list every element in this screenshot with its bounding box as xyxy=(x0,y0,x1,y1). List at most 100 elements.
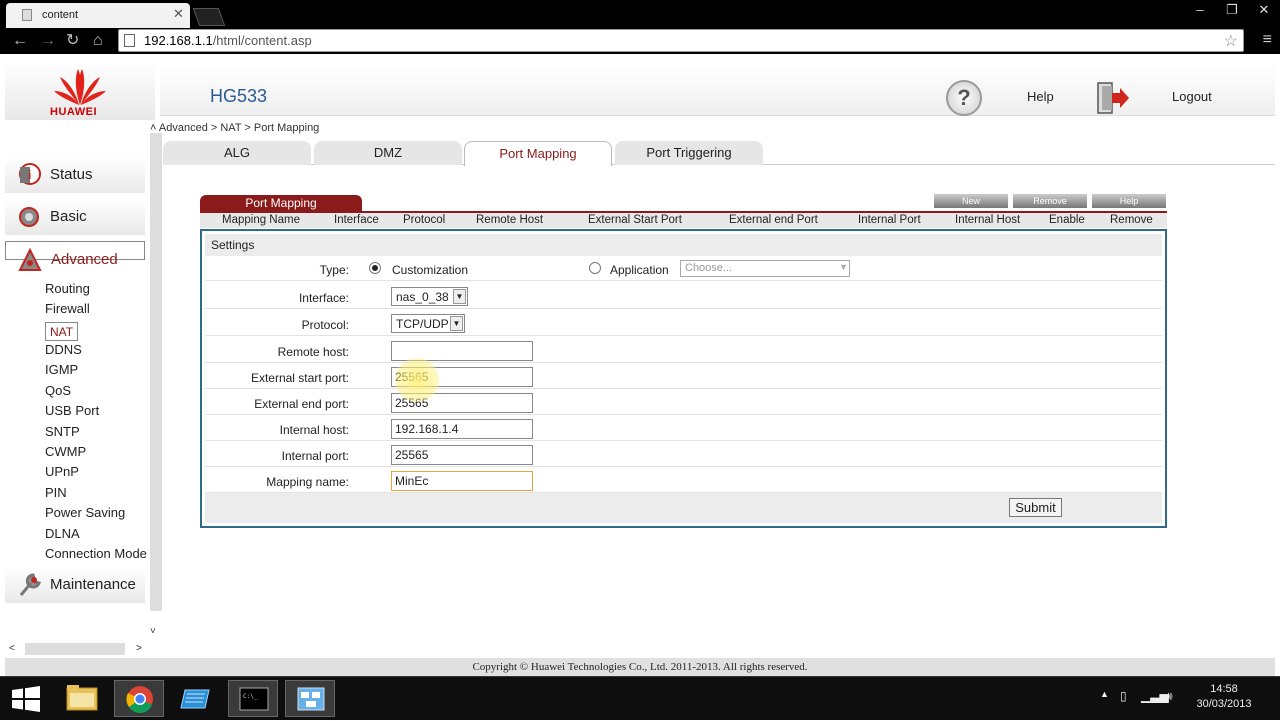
sidebar-item-usb-port[interactable]: USB Port xyxy=(45,403,99,418)
sidebar-cat-advanced[interactable]: Advanced xyxy=(5,241,145,271)
huawei-logo: HUAWEI xyxy=(5,62,155,120)
huawei-flower-icon xyxy=(54,69,106,105)
settings-panel: Settings Type: Customization Application… xyxy=(200,229,1167,528)
sidebar-cat-status[interactable]: i Status xyxy=(5,157,145,193)
cursor-highlight xyxy=(395,358,439,402)
windows-start-icon[interactable] xyxy=(12,686,40,712)
submit-button[interactable]: Submit xyxy=(1009,498,1062,517)
wrench-icon xyxy=(19,573,41,596)
tab-dmz[interactable]: DMZ xyxy=(314,141,462,165)
bookmark-star-icon[interactable]: ☆ xyxy=(1224,31,1238,51)
page-tabs: ALG DMZ Port Mapping Port Triggering xyxy=(163,141,1275,166)
sidebar-item-pin[interactable]: PIN xyxy=(45,485,67,500)
sidebar-scrollbar[interactable] xyxy=(150,133,162,611)
tab-port-triggering[interactable]: Port Triggering xyxy=(615,141,763,165)
col-remove: Remove xyxy=(1110,214,1153,226)
volume-icon[interactable]: 🔊︎ xyxy=(1165,689,1173,704)
restore-icon[interactable]: ❐ xyxy=(1216,0,1248,22)
logout-icon[interactable] xyxy=(1094,80,1130,116)
remote-host-label: Remote host: xyxy=(277,345,349,359)
browser-toolbar: ← → ↻ ⌂ 192.168.1.1/html/content.asp ☆ ≡ xyxy=(0,28,1280,54)
tab-title: content xyxy=(42,9,79,21)
close-tab-icon[interactable]: ✕ xyxy=(173,6,184,22)
col-interface: Interface xyxy=(334,214,379,226)
application-select[interactable]: Choose... ▼ xyxy=(680,260,850,277)
browser-titlebar: content ✕ – ❐ ✕ xyxy=(0,0,1280,28)
brand-name: HUAWEI xyxy=(50,106,97,118)
col-internal-host: Internal Host xyxy=(955,214,1021,226)
sidebar-item-dlna[interactable]: DLNA xyxy=(45,526,80,541)
help-link[interactable]: Help xyxy=(1027,89,1054,104)
minimize-icon[interactable]: – xyxy=(1184,0,1216,22)
internal-port-input[interactable] xyxy=(391,445,533,465)
menu-icon[interactable]: ≡ xyxy=(1263,31,1272,49)
sidebar-item-power-saving[interactable]: Power Saving xyxy=(45,505,125,520)
settings-title: Settings xyxy=(205,234,1162,256)
form-row-external-end-port: External end port: xyxy=(205,391,1162,415)
command-prompt-icon[interactable]: C:\_ xyxy=(228,680,278,717)
remove-button[interactable]: Remove xyxy=(1013,194,1087,208)
reload-icon[interactable]: ↻ xyxy=(66,30,79,52)
chrome-icon[interactable] xyxy=(114,680,164,717)
tab-port-mapping[interactable]: Port Mapping xyxy=(464,141,612,166)
sidebar-item-sntp[interactable]: SNTP xyxy=(45,424,80,439)
sidebar-item-routing[interactable]: Routing xyxy=(45,281,90,296)
application-radio[interactable] xyxy=(589,262,601,274)
taskbar: C:\_ ▲ ▯ ▁▃▅ 🔊︎ 14:58 30/03/2013 xyxy=(0,676,1280,720)
close-window-icon[interactable]: ✕ xyxy=(1248,0,1280,22)
sidebar-item-igmp[interactable]: IGMP xyxy=(45,362,78,377)
tray-expand-icon[interactable]: ▲ xyxy=(1100,689,1109,699)
interface-select[interactable]: nas_0_38 ▼ xyxy=(391,287,468,306)
help-button[interactable]: Help xyxy=(1092,194,1166,208)
submit-bar: Submit xyxy=(205,493,1162,523)
new-tab-button[interactable] xyxy=(192,8,226,26)
sidebar-item-upnp[interactable]: UPnP xyxy=(45,464,79,479)
customization-radio[interactable] xyxy=(369,262,381,274)
new-button[interactable]: New xyxy=(934,194,1008,208)
interface-value: nas_0_38 xyxy=(396,290,449,304)
sidebar-cat-maintenance[interactable]: Maintenance xyxy=(5,567,145,603)
form-row-internal-port: Internal port: xyxy=(205,443,1162,467)
col-remote-host: Remote Host xyxy=(476,214,544,226)
browser-tab[interactable]: content ✕ xyxy=(6,3,190,28)
col-external-start-port: External Start Port xyxy=(588,214,682,226)
sidebar-item-nat[interactable]: NAT xyxy=(45,322,79,341)
network-app-icon[interactable] xyxy=(285,680,335,717)
sidebar-hscrollbar[interactable] xyxy=(25,643,125,655)
form-row-interface: Interface: nas_0_38 ▼ xyxy=(205,285,1162,309)
application-select-value: Choose... xyxy=(685,262,733,274)
model-name: HG533 xyxy=(210,86,268,106)
interface-label: Interface: xyxy=(298,291,349,305)
home-icon[interactable]: ⌂ xyxy=(93,30,103,52)
sidebar-item-cwmp[interactable]: CWMP xyxy=(45,444,86,459)
forward-icon[interactable]: → xyxy=(40,30,56,52)
sidebar-cat-basic[interactable]: Basic xyxy=(5,199,145,235)
scroll-left-icon[interactable]: < xyxy=(9,643,15,654)
breadcrumb-text: Advanced > NAT > Port Mapping xyxy=(158,122,320,134)
help-icon[interactable]: ? xyxy=(946,80,982,116)
mapping-name-input[interactable] xyxy=(391,471,533,491)
back-icon[interactable]: ← xyxy=(12,30,28,52)
form-row-protocol: Protocol: TCP/UDP ▼ xyxy=(205,312,1162,336)
notes-app-icon[interactable] xyxy=(171,680,221,717)
customization-label: Customization xyxy=(392,263,469,277)
tab-alg[interactable]: ALG xyxy=(163,141,311,165)
sidebar-item-connection-mode[interactable]: Connection Mode xyxy=(45,546,147,561)
taskbar-clock[interactable]: 14:58 30/03/2013 xyxy=(1192,682,1256,712)
logout-link[interactable]: Logout xyxy=(1172,89,1212,104)
phone-tray-icon[interactable]: ▯ xyxy=(1120,689,1127,703)
sidebar-item-ddns[interactable]: DDNS xyxy=(45,342,82,357)
chevron-down-icon: ▼ xyxy=(453,289,466,304)
form-row-remote-host: Remote host: xyxy=(205,339,1162,363)
sidebar: i Status Basic Advanced Routing Firewall… xyxy=(5,133,150,613)
internal-host-input[interactable] xyxy=(391,419,533,439)
scroll-right-icon[interactable]: > xyxy=(136,643,142,654)
mapping-name-label: Mapping name: xyxy=(266,475,349,489)
form-row-external-start-port: External start port: xyxy=(205,365,1162,389)
file-explorer-icon[interactable] xyxy=(57,680,107,717)
chevron-down-icon[interactable]: ˅ xyxy=(150,626,156,637)
address-bar[interactable]: 192.168.1.1/html/content.asp ☆ xyxy=(118,29,1244,52)
sidebar-item-firewall[interactable]: Firewall xyxy=(45,301,90,316)
sidebar-item-qos[interactable]: QoS xyxy=(45,383,71,398)
protocol-select[interactable]: TCP/UDP ▼ xyxy=(391,314,465,333)
